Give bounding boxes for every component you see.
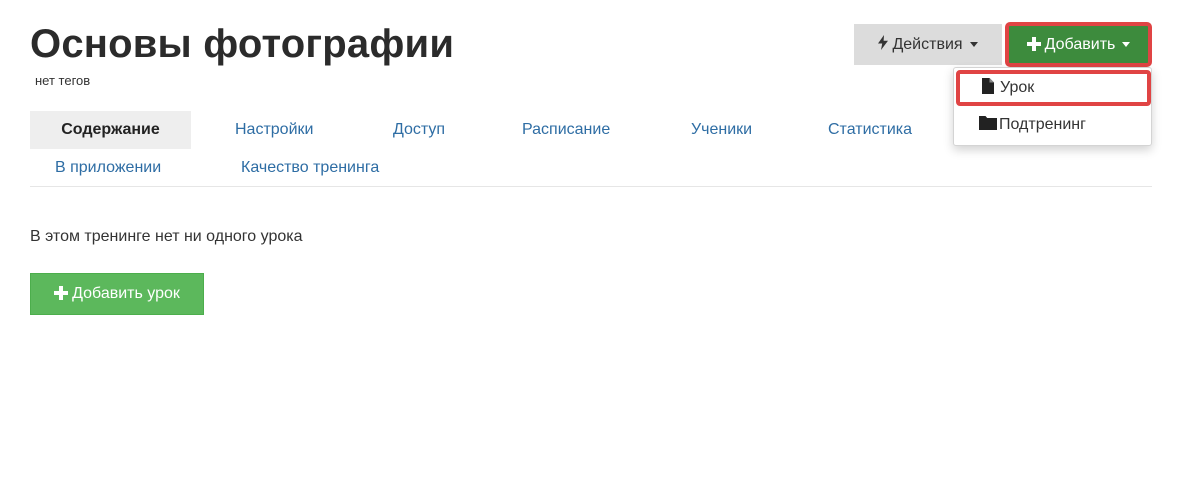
page-title: Основы фотографии — [30, 22, 455, 66]
tabs-divider — [30, 186, 1152, 187]
add-dropdown-menu: Урок Подтренинг — [953, 67, 1152, 146]
dropdown-item-subtraining[interactable]: Подтренинг — [954, 107, 1151, 143]
tab-training-quality[interactable]: Качество тренинга — [241, 149, 379, 187]
tab-content[interactable]: Содержание — [30, 111, 191, 149]
empty-message: В этом тренинге нет ни одного урока — [30, 228, 303, 245]
add-lesson-label: Добавить урок — [72, 285, 180, 302]
add-lesson-button[interactable]: Добавить урок — [30, 273, 204, 315]
actions-label: Действия — [892, 35, 963, 53]
caret-down-icon — [969, 42, 978, 47]
tab-students[interactable]: Ученики — [691, 111, 752, 149]
tab-statistics[interactable]: Статистика — [828, 111, 912, 149]
tags-label: нет тегов — [35, 73, 91, 88]
dropdown-item-lesson[interactable]: Урок — [956, 70, 1151, 106]
file-icon — [982, 77, 994, 99]
dropdown-item-label: Урок — [1000, 79, 1035, 96]
caret-down-icon — [1122, 42, 1131, 47]
tab-schedule[interactable]: Расписание — [522, 111, 610, 149]
plus-icon — [1026, 35, 1041, 55]
tab-settings[interactable]: Настройки — [235, 111, 313, 149]
folder-icon — [979, 115, 997, 135]
dropdown-item-label: Подтренинг — [999, 116, 1086, 133]
tab-in-app[interactable]: В приложении — [55, 149, 161, 187]
plus-icon — [54, 284, 69, 304]
bolt-icon — [878, 34, 889, 55]
add-label: Добавить — [1044, 35, 1116, 53]
actions-button[interactable]: Действия — [854, 24, 1002, 65]
tab-access[interactable]: Доступ — [393, 111, 445, 149]
add-button[interactable]: Добавить — [1005, 22, 1152, 67]
